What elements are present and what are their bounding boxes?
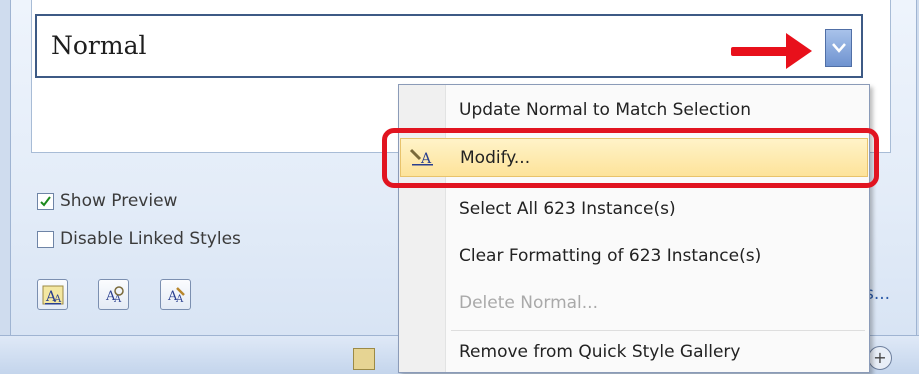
menu-item-clear-formatting[interactable]: Clear Formatting of 623 Instance(s) (400, 237, 868, 276)
checkbox-checked[interactable] (37, 192, 54, 210)
style-inspector-button[interactable]: A A (98, 279, 129, 310)
print-layout-view-icon[interactable] (353, 348, 375, 370)
menu-item-remove-from-gallery[interactable]: Remove from Quick Style Gallery (400, 333, 868, 372)
menu-item-label: Clear Formatting of 623 Instance(s) (459, 246, 762, 266)
manage-styles-icon: A A (167, 286, 185, 305)
svg-text:A: A (175, 294, 184, 305)
menu-item-delete-normal[interactable]: Delete Normal... (400, 284, 868, 323)
menu-item-select-all[interactable]: Select All 623 Instance(s) (400, 190, 868, 229)
disable-linked-styles-checkbox[interactable]: Disable Linked Styles (37, 229, 241, 249)
menu-item-label: Select All 623 Instance(s) (459, 199, 676, 219)
menu-item-label: Delete Normal... (459, 293, 598, 313)
style-item-label: Normal (51, 31, 147, 60)
style-inspector-icon: A A (105, 285, 124, 305)
annotation-arrow (731, 47, 789, 56)
show-preview-checkbox[interactable]: Show Preview (37, 191, 177, 211)
zoom-in-icon[interactable]: + (868, 346, 892, 370)
manage-styles-button[interactable]: A A (160, 279, 191, 310)
menu-item-label: Remove from Quick Style Gallery (459, 342, 741, 362)
checkmark-icon (40, 195, 51, 207)
menu-separator (451, 330, 865, 331)
style-item-normal[interactable]: Normal (35, 14, 863, 78)
menu-item-update-normal[interactable]: Update Normal to Match Selection (400, 91, 868, 130)
checkbox-unchecked[interactable] (37, 230, 54, 248)
svg-text:A: A (113, 294, 122, 305)
annotation-arrow-head (786, 33, 812, 69)
chevron-down-icon (831, 43, 846, 53)
menu-item-label: Update Normal to Match Selection (459, 100, 751, 120)
style-dropdown-button[interactable] (825, 29, 852, 67)
annotation-highlight-box (382, 128, 879, 188)
disable-linked-styles-label: Disable Linked Styles (60, 229, 241, 249)
new-style-button[interactable]: A A (37, 279, 68, 310)
show-preview-label: Show Preview (60, 191, 178, 211)
new-style-icon: A A (42, 285, 63, 305)
